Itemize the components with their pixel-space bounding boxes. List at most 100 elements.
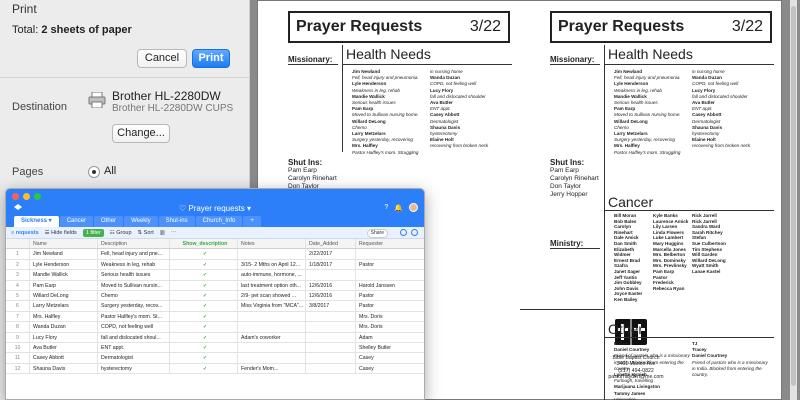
notes-cell[interactable]: auto-immune, hormone, ... — [238, 270, 306, 280]
date-added-cell[interactable]: 1/18/2017 — [306, 259, 356, 270]
close-window-button[interactable] — [12, 193, 19, 200]
name-cell[interactable]: Ava Butler — [30, 342, 98, 353]
name-cell[interactable]: Lucy Flory — [30, 332, 98, 342]
table-row[interactable]: 7 Mrs. Halfley Pastor Halfley's mom. St...… — [6, 311, 424, 323]
requester-cell[interactable]: Shelley Butler — [356, 343, 424, 352]
date-added-cell[interactable]: 3/8/2017 — [306, 301, 356, 311]
date-added-cell[interactable] — [306, 353, 356, 363]
column-header[interactable]: Date_Added — [306, 239, 356, 249]
column-header[interactable]: Name — [30, 239, 98, 249]
view-switcher[interactable]: ≡ requests — [11, 230, 39, 236]
requester-cell[interactable]: Casey — [356, 364, 424, 373]
cancel-button[interactable]: Cancel — [137, 49, 187, 68]
description-cell[interactable]: Moved to Sullivan nursin... — [98, 280, 170, 290]
description-cell[interactable]: Dermatologist — [98, 353, 170, 363]
show-description-cell[interactable]: ✓ — [170, 322, 238, 332]
more-options-icon[interactable]: ⋯ — [171, 230, 177, 236]
column-header[interactable]: Show_description — [170, 239, 238, 249]
date-added-cell[interactable] — [306, 363, 356, 374]
requester-cell[interactable]: Harold Janssen — [356, 281, 424, 290]
description-cell[interactable]: Weakness in leg, rehab — [98, 259, 170, 270]
description-cell[interactable]: Serious health issues — [98, 270, 170, 280]
preview-scroll-thumb[interactable] — [791, 6, 796, 386]
table-row[interactable]: 6 Larry Metzelars Surgery yesterday, recov… — [6, 301, 424, 312]
table-tab[interactable]: Weekly — [124, 216, 158, 227]
share-view-button[interactable]: Share — [366, 229, 388, 238]
zoom-window-button[interactable] — [34, 193, 41, 200]
notes-cell[interactable]: Fender's Mom... — [238, 363, 306, 374]
filter-button[interactable]: 1 filter — [82, 228, 104, 237]
show-description-cell[interactable]: ✓ — [170, 270, 238, 280]
print-button[interactable]: Print — [192, 49, 230, 68]
name-cell[interactable]: Wanda Duzan — [30, 322, 98, 332]
description-cell[interactable]: ENT appt. — [98, 342, 170, 353]
table-row[interactable]: 1 Jim Newland Fell, head injury and pne...… — [6, 249, 424, 260]
date-added-cell[interactable]: 12/6/2016 — [306, 280, 356, 290]
date-added-cell[interactable]: 2/22/2017 — [306, 249, 356, 259]
row-height-icon[interactable]: ▥ — [160, 230, 165, 236]
column-header[interactable]: Requester — [356, 239, 424, 248]
name-cell[interactable]: Willard DeLong — [30, 290, 98, 301]
notes-cell[interactable] — [238, 342, 306, 353]
table-tab[interactable]: Sickness ▾ — [14, 216, 59, 227]
table-tab[interactable]: Other — [94, 216, 124, 227]
hide-fields-button[interactable]: ☰ Hide fields — [45, 230, 77, 236]
show-description-cell[interactable]: ✓ — [170, 280, 238, 290]
name-cell[interactable]: Larry Metzelars — [30, 301, 98, 311]
base-title[interactable]: ♡ Prayer requests ▾ — [6, 204, 424, 213]
table-row[interactable]: 9 Lucy Flory fall and dislocated shoul... ✓… — [6, 332, 424, 343]
table-tab[interactable]: Shut-ins — [158, 216, 195, 227]
show-description-cell[interactable]: ✓ — [170, 353, 238, 363]
search-icon[interactable] — [400, 229, 407, 236]
notes-cell[interactable] — [238, 322, 306, 332]
notes-cell[interactable]: Miss Virginia from "MCA"... — [238, 301, 306, 311]
notes-cell[interactable] — [238, 249, 306, 259]
date-added-cell[interactable] — [306, 322, 356, 332]
table-row[interactable]: 4 Pam Earp Moved to Sullivan nursin... ✓ las… — [6, 280, 424, 291]
notes-cell[interactable]: Adam's coworker — [238, 332, 306, 342]
notes-cell[interactable] — [238, 311, 306, 322]
name-cell[interactable]: Shauna Davis — [30, 363, 98, 374]
group-button[interactable]: ☷ Group — [110, 230, 132, 236]
table-row[interactable]: 8 Wanda Duzan COPD, not feeling well ✓ Mrs. … — [6, 322, 424, 333]
requester-cell[interactable]: Pastor — [356, 301, 424, 310]
table-row[interactable]: 12 Shauna Davis hysterectomy ✓ Fender's Mom.… — [6, 363, 424, 375]
date-added-cell[interactable] — [306, 342, 356, 353]
name-cell[interactable]: Pam Earp — [30, 280, 98, 290]
description-cell[interactable]: Pastor Halfley's mom. St... — [98, 311, 170, 322]
change-printer-button[interactable]: Change... — [112, 124, 170, 143]
table-tab[interactable]: Church_Info — [195, 216, 243, 227]
date-added-cell[interactable]: 12/6/2016 — [306, 290, 356, 301]
notes-cell[interactable]: 3/15- 2 Mths on April 12... — [238, 259, 306, 270]
show-description-cell[interactable]: ✓ — [170, 363, 238, 374]
bell-icon[interactable]: 🔔 — [394, 204, 403, 212]
show-description-cell[interactable]: ✓ — [170, 332, 238, 342]
table-row[interactable]: 11 Casey Abbott Dermatologist ✓ Casey — [6, 353, 424, 364]
table-row[interactable]: 2 Lyle Henderson Weakness in leg, rehab ✓ 3/… — [6, 259, 424, 271]
table-tab[interactable]: Cancer — [59, 216, 94, 227]
requester-cell[interactable]: Pastor — [356, 260, 424, 269]
description-cell[interactable]: COPD, not feeling well — [98, 322, 170, 332]
description-cell[interactable]: Surgery yesterday, recov... — [98, 301, 170, 311]
show-description-cell[interactable]: ✓ — [170, 311, 238, 322]
requester-cell[interactable]: Adam — [356, 333, 424, 342]
requester-cell[interactable]: Mrs. Doris — [356, 322, 424, 331]
date-added-cell[interactable] — [306, 311, 356, 322]
sort-button[interactable]: ⇅ Sort — [138, 230, 154, 236]
show-description-cell[interactable]: ✓ — [170, 290, 238, 301]
column-header[interactable] — [6, 239, 30, 249]
show-description-cell[interactable]: ✓ — [170, 259, 238, 270]
name-cell[interactable]: Casey Abbott — [30, 353, 98, 363]
date-added-cell[interactable] — [306, 270, 356, 280]
date-added-cell[interactable] — [306, 332, 356, 342]
description-cell[interactable]: hysterectomy — [98, 363, 170, 374]
pages-all-radio[interactable] — [88, 166, 100, 178]
requester-cell[interactable]: Pastor — [356, 291, 424, 300]
help-icon[interactable]: ? — [384, 204, 388, 211]
show-description-cell[interactable]: ✓ — [170, 342, 238, 353]
add-table-button[interactable]: + — [243, 216, 261, 227]
requester-cell[interactable]: Casey — [356, 353, 424, 362]
name-cell[interactable]: Lyle Henderson — [30, 259, 98, 270]
name-cell[interactable]: Mandie Wallick — [30, 270, 98, 280]
table-row[interactable]: 5 Willard DeLong Chemo ✓ 2/9- pet scan showe… — [6, 290, 424, 302]
